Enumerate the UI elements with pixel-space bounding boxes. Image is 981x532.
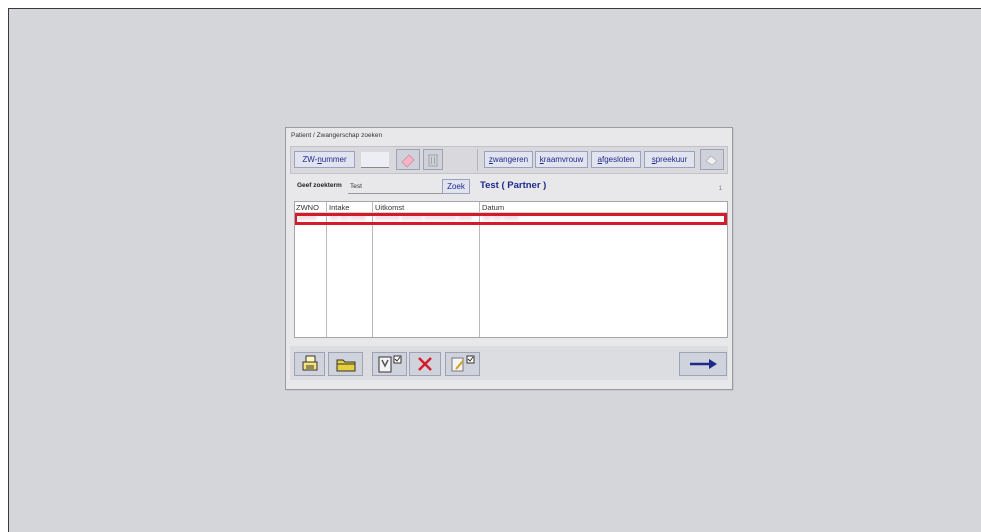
kraamvrouw-button[interactable]: k raamvrouw (535, 151, 588, 168)
clear-icon (705, 154, 718, 165)
print-button[interactable] (294, 352, 325, 376)
zwangeren-button[interactable]: z wangeren (484, 151, 533, 168)
search-label: Geef zoekterm (297, 182, 342, 189)
zw-nummer-label: ummer (321, 155, 347, 164)
document-check-button[interactable] (372, 352, 407, 376)
result-count: 1 (718, 186, 722, 192)
toolbar: ZW-n ummer z wangeren k raamvrouw a fges… (290, 146, 728, 174)
document-check-icon (378, 355, 401, 373)
next-button[interactable] (679, 352, 727, 376)
delete-button[interactable] (409, 352, 441, 376)
dialog-title: Patient / Zwangerschap zoeken (291, 132, 383, 139)
table-row[interactable]: 00000 00-00-0000 xxxxxxx xxxxxx xxxxxxxx… (295, 213, 727, 225)
column-header-zwno[interactable]: ZWNO (296, 203, 319, 212)
clear-button[interactable] (700, 149, 724, 170)
patient-name: Test ( Partner ) (480, 180, 547, 191)
spreekuur-button[interactable]: s preekuur (644, 151, 695, 168)
edit-check-button[interactable] (445, 352, 480, 376)
open-folder-button[interactable] (328, 352, 363, 376)
print-icon (302, 355, 317, 371)
bottom-toolbar (290, 346, 728, 380)
column-header-uitkomst[interactable]: Uitkomst (375, 203, 404, 212)
trash-button[interactable] (423, 149, 443, 170)
zw-nummer-field[interactable] (361, 152, 389, 168)
delete-x-icon (418, 357, 432, 371)
eraser-icon (401, 153, 415, 168)
column-header-intake[interactable]: Intake (329, 203, 349, 212)
search-dialog: Patient / Zwangerschap zoeken ZW-nummer (285, 127, 733, 390)
spreekuur-label: preekuur (655, 155, 688, 164)
afgesloten-label: fgesloten (601, 155, 635, 164)
trash-icon (428, 154, 438, 166)
zw-nummer-prefix: ZW- (302, 155, 318, 164)
toolbar-separator (477, 149, 478, 171)
eraser-button[interactable] (396, 149, 420, 170)
arrow-right-icon (690, 359, 717, 369)
edit-check-icon (451, 355, 474, 372)
afgesloten-button[interactable]: a fgesloten (591, 151, 641, 168)
zoek-button[interactable]: Zoek (442, 179, 470, 194)
desktop-background: Patient / Zwangerschap zoeken ZW-nummer (8, 8, 981, 532)
column-header-datum[interactable]: Datum (482, 203, 504, 212)
search-row: Geef zoekterm Zoek Test ( Partner ) 1 (290, 178, 728, 196)
results-table[interactable]: ZWNO Intake Uitkomst Datum 00000 00-00-0… (294, 201, 728, 338)
folder-icon (336, 359, 355, 371)
zwangeren-label: wangeren (492, 155, 529, 164)
search-input[interactable] (348, 180, 442, 194)
selected-row-highlight (295, 213, 727, 225)
kraamvrouw-label: raamvrouw (543, 155, 584, 164)
zw-nummer-button[interactable]: ZW-n ummer (294, 151, 355, 168)
